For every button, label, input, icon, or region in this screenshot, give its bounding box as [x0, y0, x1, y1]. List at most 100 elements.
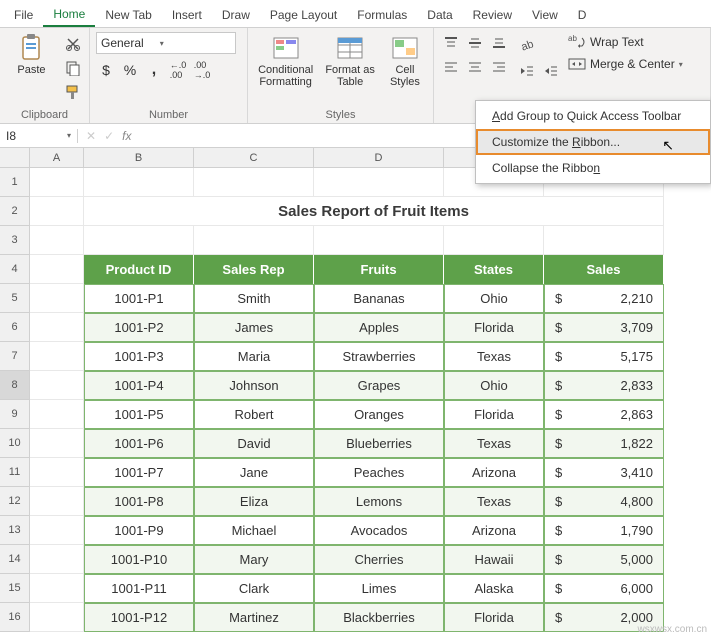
align-top-button[interactable] [440, 32, 462, 54]
cell[interactable] [30, 458, 84, 487]
cell-sales-rep[interactable]: Clark [194, 574, 314, 603]
cell[interactable] [194, 168, 314, 197]
row-header-8[interactable]: 8 [0, 371, 30, 400]
tab-data[interactable]: Data [417, 4, 462, 26]
cell[interactable] [30, 284, 84, 313]
cell-product-id[interactable]: 1001-P4 [84, 371, 194, 400]
cell-sales-rep[interactable]: James [194, 313, 314, 342]
cell-fruit[interactable]: Avocados [314, 516, 444, 545]
cell-product-id[interactable]: 1001-P2 [84, 313, 194, 342]
row-header-6[interactable]: 6 [0, 313, 30, 342]
cell-sales-rep[interactable]: Maria [194, 342, 314, 371]
cell-product-id[interactable]: 1001-P10 [84, 545, 194, 574]
cell-state[interactable]: Texas [444, 487, 544, 516]
cell-product-id[interactable]: 1001-P8 [84, 487, 194, 516]
cell[interactable] [30, 255, 84, 284]
cell[interactable] [30, 168, 84, 197]
cell-sales[interactable]: $5,175 [544, 342, 664, 371]
row-header-10[interactable]: 10 [0, 429, 30, 458]
cell-sales[interactable]: $2,863 [544, 400, 664, 429]
cell[interactable] [30, 545, 84, 574]
tab-view[interactable]: View [522, 4, 568, 26]
align-bottom-button[interactable] [488, 32, 510, 54]
cell[interactable] [30, 400, 84, 429]
align-right-button[interactable] [488, 56, 510, 78]
table-header[interactable]: Fruits [314, 255, 444, 284]
row-header-4[interactable]: 4 [0, 255, 30, 284]
cell-sales-rep[interactable]: David [194, 429, 314, 458]
cell[interactable] [84, 168, 194, 197]
tab-file[interactable]: File [4, 4, 43, 26]
increase-indent-button[interactable] [540, 60, 562, 82]
cell-product-id[interactable]: 1001-P12 [84, 603, 194, 632]
row-header-7[interactable]: 7 [0, 342, 30, 371]
cell[interactable] [30, 371, 84, 400]
col-header-A[interactable]: A [30, 148, 84, 168]
cell-product-id[interactable]: 1001-P3 [84, 342, 194, 371]
cell-fruit[interactable]: Apples [314, 313, 444, 342]
row-header-13[interactable]: 13 [0, 516, 30, 545]
enter-formula-button[interactable]: ✓ [104, 129, 114, 143]
table-header[interactable]: Product ID [84, 255, 194, 284]
format-painter-button[interactable] [63, 82, 83, 102]
decrease-decimal-button[interactable]: .00→.0 [192, 60, 212, 80]
cell-sales[interactable]: $3,410 [544, 458, 664, 487]
row-header-16[interactable]: 16 [0, 603, 30, 632]
cell-state[interactable]: Ohio [444, 371, 544, 400]
orientation-button[interactable]: ab [516, 34, 538, 56]
cell-state[interactable]: Arizona [444, 458, 544, 487]
cell-state[interactable]: Alaska [444, 574, 544, 603]
cell-sales-rep[interactable]: Jane [194, 458, 314, 487]
table-header[interactable]: Sales Rep [194, 255, 314, 284]
menu-collapse-ribbon[interactable]: Collapse the Ribbon [476, 155, 710, 181]
cancel-formula-button[interactable]: ✕ [86, 129, 96, 143]
cell-fruit[interactable]: Blackberries [314, 603, 444, 632]
col-header-B[interactable]: B [84, 148, 194, 168]
cell[interactable] [30, 574, 84, 603]
tab-newtab[interactable]: New Tab [95, 4, 161, 26]
cell[interactable] [30, 487, 84, 516]
tab-pagelayout[interactable]: Page Layout [260, 4, 347, 26]
cell[interactable] [194, 226, 314, 255]
cell-sales-rep[interactable]: Smith [194, 284, 314, 313]
comma-button[interactable]: , [144, 60, 164, 80]
copy-button[interactable] [63, 58, 83, 78]
cell[interactable] [30, 342, 84, 371]
decrease-indent-button[interactable] [516, 60, 538, 82]
cell-state[interactable]: Hawaii [444, 545, 544, 574]
table-header[interactable]: States [444, 255, 544, 284]
cell-state[interactable]: Arizona [444, 516, 544, 545]
cell-state[interactable]: Florida [444, 603, 544, 632]
percent-button[interactable]: % [120, 60, 140, 80]
cell-sales-rep[interactable]: Eliza [194, 487, 314, 516]
cell-fruit[interactable]: Bananas [314, 284, 444, 313]
cell-sales-rep[interactable]: Martinez [194, 603, 314, 632]
merge-center-button[interactable]: Merge & Center ▾ [568, 56, 683, 72]
cell-product-id[interactable]: 1001-P1 [84, 284, 194, 313]
cell-styles-button[interactable]: Cell Styles [383, 32, 427, 88]
cell[interactable] [444, 226, 544, 255]
row-header-3[interactable]: 3 [0, 226, 30, 255]
cell-sales-rep[interactable]: Robert [194, 400, 314, 429]
cell-fruit[interactable]: Cherries [314, 545, 444, 574]
increase-decimal-button[interactable]: ←.0.00 [168, 60, 188, 80]
cell-fruit[interactable]: Lemons [314, 487, 444, 516]
row-header-9[interactable]: 9 [0, 400, 30, 429]
conditional-formatting-button[interactable]: Conditional Formatting [254, 32, 317, 88]
menu-add-to-qat[interactable]: Add Group to Quick Access Toolbar [476, 103, 710, 129]
cell-fruit[interactable]: Blueberries [314, 429, 444, 458]
col-header-D[interactable]: D [314, 148, 444, 168]
row-header-5[interactable]: 5 [0, 284, 30, 313]
row-header-14[interactable]: 14 [0, 545, 30, 574]
select-all-corner[interactable] [0, 148, 30, 168]
cell[interactable] [30, 429, 84, 458]
tab-review[interactable]: Review [463, 4, 522, 26]
row-header-11[interactable]: 11 [0, 458, 30, 487]
row-header-2[interactable]: 2 [0, 197, 30, 226]
cell[interactable] [314, 168, 444, 197]
cell-fruit[interactable]: Oranges [314, 400, 444, 429]
name-box[interactable]: I8 ▾ [0, 129, 78, 143]
cell-fruit[interactable]: Limes [314, 574, 444, 603]
menu-customize-ribbon[interactable]: Customize the Ribbon... ↖ [476, 129, 710, 155]
cell[interactable] [30, 313, 84, 342]
